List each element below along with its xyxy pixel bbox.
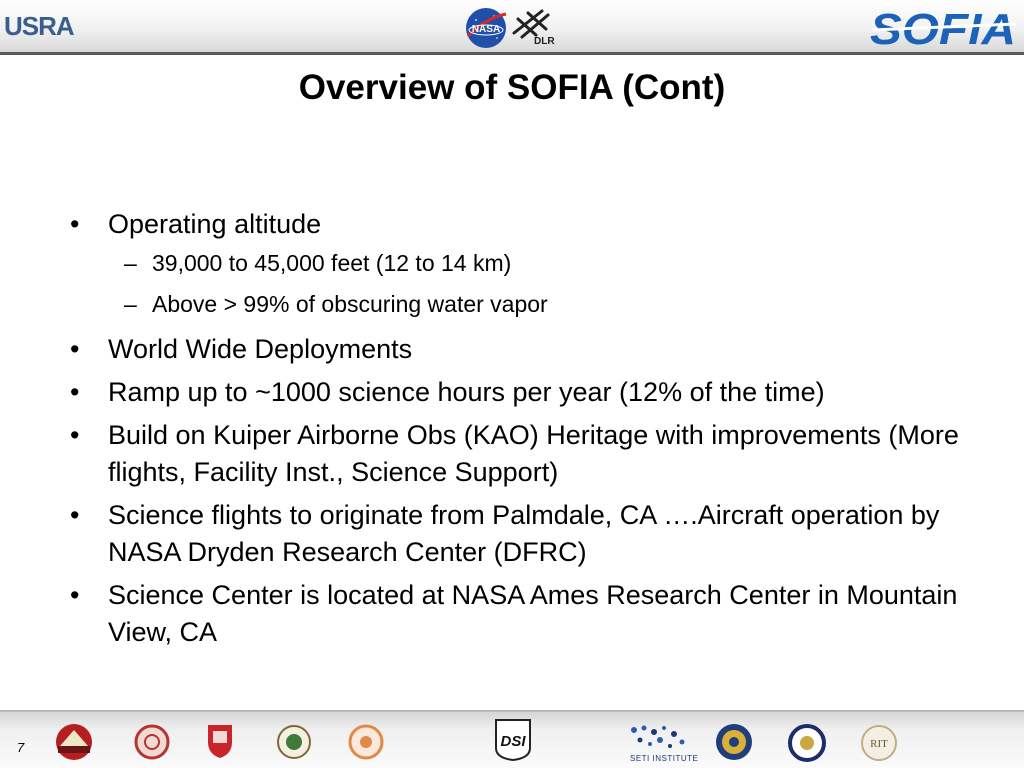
bullet-marker: • (70, 500, 80, 530)
seti-institute-logo (631, 725, 685, 748)
cornell-seal-icon (134, 724, 170, 760)
dlr-logo-text: DLR (534, 36, 555, 47)
usra-logo-text: USRA (4, 10, 75, 41)
dsi-logo-text: DSI (500, 733, 526, 750)
sub-bullet-text: Above > 99% of obscuring water vapor (152, 291, 548, 317)
bullet-item: • Science Center is located at NASA Ames… (0, 577, 1024, 651)
bullet-marker: • (70, 334, 80, 364)
nasa-logo-text: NASA (472, 24, 500, 35)
bullet-marker: • (70, 580, 80, 610)
college-seal-icon (277, 725, 311, 759)
slide-title: Overview of SOFIA (Cont) (298, 68, 726, 107)
bullet-text: Operating altitude (108, 209, 322, 239)
rit-logo-text: RIT (870, 738, 888, 750)
bullet-item: • World Wide Deployments (0, 331, 1024, 368)
bullet-list: • Operating altitude – 39,000 to 45,000 … (0, 206, 1024, 651)
bullet-marker: • (70, 420, 80, 450)
header-divider (0, 52, 1024, 55)
dsi-logo: DSI (495, 719, 531, 762)
bullet-marker: • (70, 377, 80, 407)
bullet-text: World Wide Deployments (108, 334, 413, 364)
bullet-text: Science Center is located at NASA Ames R… (108, 580, 958, 647)
sub-bullet-text: 39,000 to 45,000 feet (12 to 14 km) (152, 250, 512, 276)
usra-logo: USRA (4, 10, 75, 41)
university-shield-icon (208, 725, 232, 758)
bullet-item: • Science flights to originate from Palm… (0, 497, 1024, 571)
bullet-item: • Ramp up to ~1000 science hours per yea… (0, 374, 1024, 411)
sub-bullet-item: – 39,000 to 45,000 feet (12 to 14 km) (0, 243, 1024, 284)
bullet-item: • Build on Kuiper Airborne Obs (KAO) Her… (0, 417, 1024, 491)
observatory-seal-icon (716, 724, 752, 760)
dlr-emblem-icon (512, 9, 550, 39)
bullet-marker: • (70, 209, 80, 239)
sub-bullet-item: – Above > 99% of obscuring water vapor (0, 284, 1024, 325)
lowell-seal-icon (56, 724, 92, 760)
seti-logo-text: SETI INSTITUTE (630, 754, 699, 763)
rit-seal: RIT (861, 725, 897, 761)
bullet-text: Ramp up to ~1000 science hours per year … (108, 377, 825, 407)
nasa-logo: NASA (466, 8, 507, 48)
university-seal-icon (788, 724, 826, 762)
institute-seal-icon (348, 724, 384, 760)
page-number: 7 (17, 740, 25, 755)
sub-bullet-marker: – (124, 291, 137, 317)
bullet-text: Build on Kuiper Airborne Obs (KAO) Herit… (108, 420, 959, 487)
bullet-text: Science flights to originate from Palmda… (108, 500, 940, 567)
bullet-item: • Operating altitude (0, 206, 1024, 243)
sofia-logo: SOFIA (870, 6, 1017, 50)
sub-bullet-marker: – (124, 250, 137, 276)
